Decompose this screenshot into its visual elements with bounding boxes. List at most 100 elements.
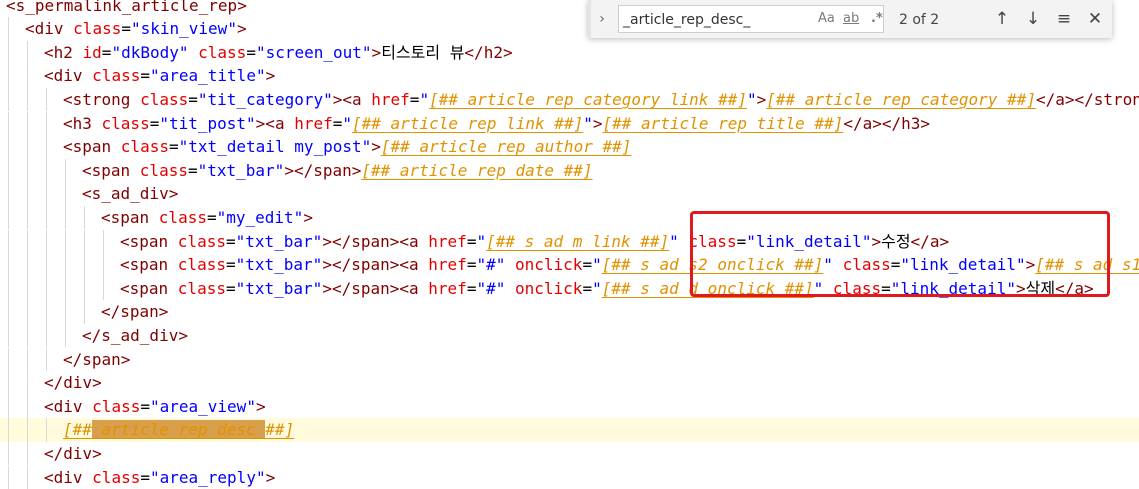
code-token: </div> (44, 444, 102, 463)
code-token: </a></strong> (1036, 90, 1139, 109)
close-icon[interactable]: ✕ (1084, 8, 1106, 30)
code-line[interactable]: <span class="txt_bar"></span><a href="#"… (0, 253, 1139, 277)
code-line[interactable]: <div class="area_view"> (0, 395, 1139, 419)
indent-guide (8, 159, 9, 183)
indent-guide (46, 418, 47, 442)
code-line[interactable]: <div class="area_reply"> (0, 466, 1139, 489)
indent-guide (8, 17, 9, 41)
match-case-option[interactable]: Aa (818, 9, 835, 29)
code-line[interactable]: </div> (0, 371, 1139, 395)
code-editor[interactable]: <s_permalink_article_rep><div class="ski… (0, 0, 1139, 465)
arrow-up-icon[interactable]: ↑ (991, 8, 1013, 30)
indent-guide (103, 277, 104, 301)
code-token: </s_ad_div> (82, 326, 188, 345)
indent-guide (8, 206, 9, 230)
indent-guide (84, 277, 85, 301)
code-token: <div (44, 468, 92, 487)
find-in-selection-icon[interactable]: ≡ (1053, 8, 1075, 30)
find-input-value: _article_rep_desc_ (623, 10, 750, 30)
code-token: = (140, 66, 150, 85)
code-token: class (73, 19, 121, 38)
code-token: [##_s_ad_d_onclick_##] (602, 279, 814, 298)
code-token: href (294, 114, 333, 133)
code-text: <span class="my_edit"> (101, 206, 313, 230)
code-text: <div class="area_view"> (44, 395, 266, 419)
code-token: class (92, 468, 140, 487)
code-text: <span class="txt_bar"></span>[##_article… (82, 159, 593, 183)
indent-guide (27, 182, 28, 206)
indent-guide (8, 348, 9, 372)
code-token: " (419, 90, 429, 109)
code-line[interactable]: </span> (0, 300, 1139, 324)
code-token: = (102, 43, 112, 62)
indent-guide (65, 159, 66, 183)
code-token: href (371, 90, 410, 109)
code-text: <h3 class="tit_post"><a href="[##_articl… (63, 112, 930, 136)
indent-guide (46, 277, 47, 301)
indent-guide (8, 41, 9, 65)
code-text: <span class="txt_detail my_post">[##_art… (63, 135, 631, 159)
code-token: ##] (265, 420, 294, 439)
code-token: </div> (44, 373, 102, 392)
code-line[interactable]: </div> (0, 442, 1139, 466)
code-token: = (121, 19, 131, 38)
code-text: <span class="txt_bar"></span><a href="#"… (120, 277, 1094, 301)
code-line[interactable]: <h2 id="dkBody" class="screen_out">티스토리 … (0, 41, 1139, 65)
code-line[interactable]: </span> (0, 348, 1139, 372)
code-token: = (150, 114, 160, 133)
code-token: "txt_detail my_post" (179, 137, 372, 156)
indent-guide (27, 206, 28, 230)
indent-guide (8, 64, 9, 88)
code-token: <div (44, 66, 92, 85)
code-token: "#" (476, 255, 505, 274)
code-token: </a> (1055, 279, 1094, 298)
chevron-right-icon[interactable]: › (595, 9, 609, 29)
code-line[interactable]: <span class="my_edit"> (0, 206, 1139, 230)
code-token: "link_detail" (900, 255, 1025, 274)
code-token: class (140, 161, 188, 180)
code-line[interactable]: <h3 class="tit_post"><a href="[##_articl… (0, 112, 1139, 136)
indent-guide (8, 395, 9, 419)
code-token: <span (120, 232, 178, 251)
code-token: > (266, 66, 276, 85)
code-token: "link_detail" (891, 279, 1016, 298)
code-text: <div class="area_reply"> (44, 466, 275, 489)
code-token: = (467, 232, 477, 251)
code-token: <h2 (44, 43, 83, 62)
code-token: = (207, 208, 217, 227)
indent-guide (27, 88, 28, 112)
code-token: <span (120, 279, 178, 298)
arrow-down-icon[interactable]: ↓ (1022, 8, 1044, 30)
code-token: 삭제 (1026, 279, 1055, 298)
code-token: class (178, 279, 226, 298)
code-token: <s_permalink_article_rep> (6, 0, 247, 15)
indent-guide (65, 253, 66, 277)
code-text: <h2 id="dkBody" class="screen_out">티스토리 … (44, 41, 513, 65)
code-line[interactable]: <span class="txt_detail my_post">[##_art… (0, 135, 1139, 159)
code-token: ><a (256, 114, 295, 133)
code-line[interactable]: <span class="txt_bar"></span>[##_article… (0, 159, 1139, 183)
indent-guide (46, 182, 47, 206)
code-token: href (428, 232, 467, 251)
regex-option[interactable]: .* (871, 9, 883, 29)
code-line[interactable]: <s_ad_div> (0, 182, 1139, 206)
code-line[interactable]: <span class="txt_bar"></span><a href="[#… (0, 230, 1139, 254)
code-line[interactable]: <div class="area_title"> (0, 64, 1139, 88)
code-token: [##_article_rep_title_##] (602, 114, 843, 133)
code-token: " (476, 232, 486, 251)
match-word-option[interactable]: ab (843, 9, 859, 29)
indent-guide (27, 277, 28, 301)
code-token: [##_article_rep_link_##] (352, 114, 583, 133)
code-token: "link_detail" (746, 232, 871, 251)
code-token: <span (82, 161, 140, 180)
code-line[interactable]: <strong class="tit_category"><a href="[#… (0, 88, 1139, 112)
code-line[interactable]: <span class="txt_bar"></span><a href="#"… (0, 277, 1139, 301)
code-token: > (303, 208, 313, 227)
code-token: [##_article_rep_author_##] (381, 137, 631, 156)
code-line[interactable]: </s_ad_div> (0, 324, 1139, 348)
indent-guide (103, 253, 104, 277)
code-token: = (188, 161, 198, 180)
code-text: <s_permalink_article_rep> (6, 0, 247, 17)
code-line[interactable]: [##_article_rep_desc_##] (0, 418, 1139, 442)
indent-guide (46, 324, 47, 348)
